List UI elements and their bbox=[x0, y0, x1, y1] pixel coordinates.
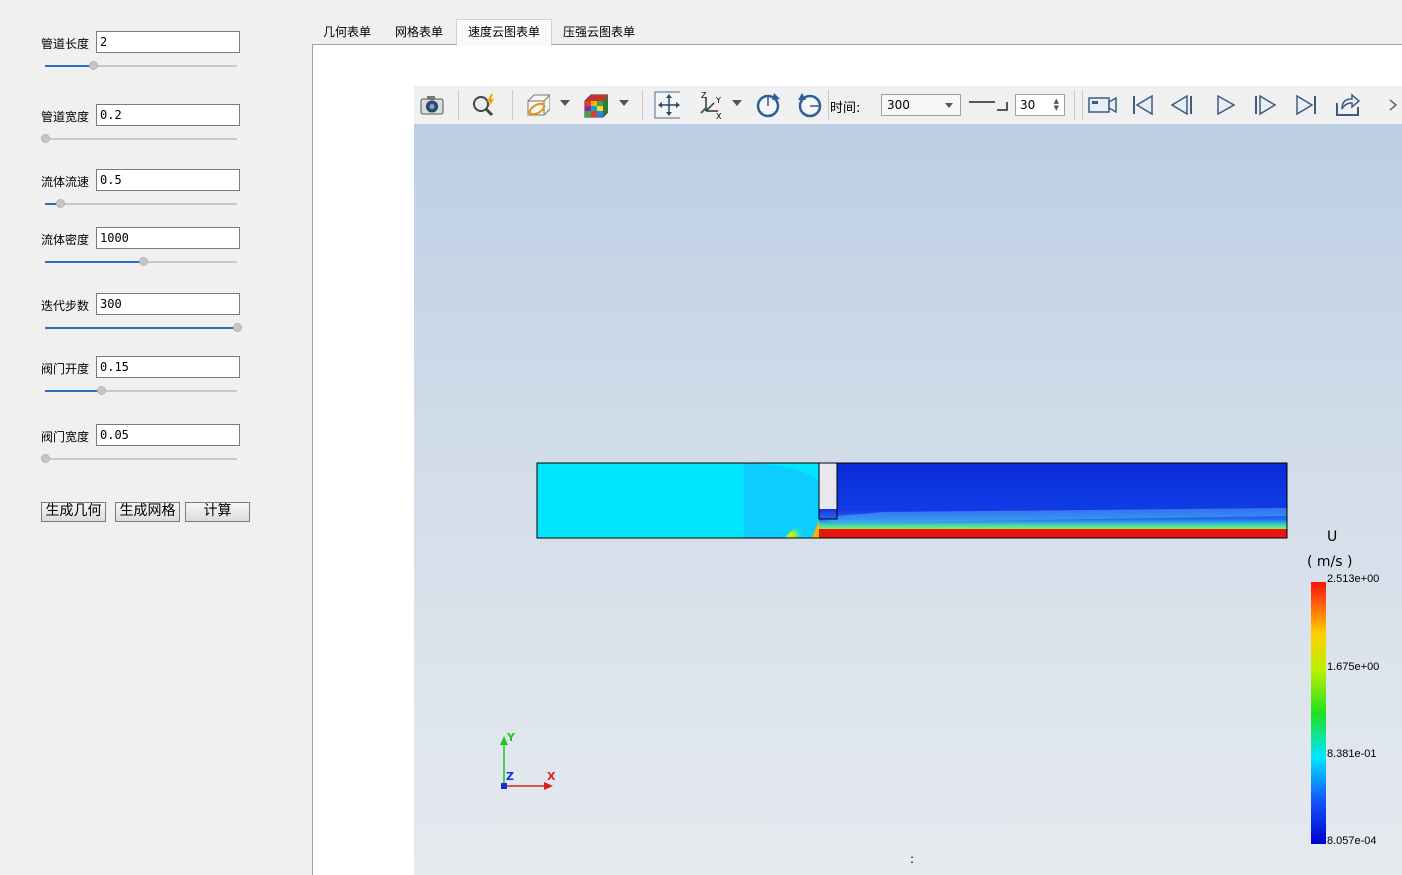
colorbar-tick-3: 8.381e-01 bbox=[1327, 748, 1377, 760]
pipe-length-slider[interactable] bbox=[45, 60, 237, 72]
valve-width-slider[interactable] bbox=[41, 453, 237, 465]
rotate-cw-icon[interactable] bbox=[754, 93, 780, 118]
fluid-density-input[interactable]: 1000 bbox=[96, 227, 240, 249]
iterations-slider[interactable] bbox=[45, 322, 242, 334]
colorbar-unit: ( m/s ) bbox=[1307, 554, 1352, 570]
next-frame-icon[interactable] bbox=[1252, 94, 1278, 116]
first-frame-icon[interactable] bbox=[1130, 94, 1156, 116]
compute-button[interactable]: 计算 bbox=[185, 502, 250, 522]
colorbar-tick-min: 8.057e-04 bbox=[1327, 835, 1377, 847]
axis-x-label: X bbox=[547, 770, 556, 783]
valve-opening-input[interactable]: 0.15 bbox=[96, 356, 240, 378]
tab-geometry[interactable]: 几何表单 bbox=[316, 20, 378, 44]
time-select[interactable]: 300 bbox=[881, 94, 961, 116]
render-viewport[interactable]: U ( m/s ) 2.513e+00 1.675e+00 8.381e-01 … bbox=[414, 124, 1402, 875]
near-wall-high-speed bbox=[819, 529, 1287, 538]
flow-speed-input[interactable]: 0.5 bbox=[96, 169, 240, 191]
generate-geometry-button[interactable]: 生成几何 bbox=[41, 502, 106, 522]
generate-mesh-button[interactable]: 生成网格 bbox=[115, 502, 180, 522]
viewer-toolbar: ZYX 时间: 300 30 ▲ ▼ bbox=[414, 86, 1402, 125]
chevron-down-icon bbox=[945, 103, 953, 108]
flow-speed-slider[interactable] bbox=[45, 198, 237, 210]
camera-icon[interactable] bbox=[419, 94, 445, 116]
param-label-valve-width: 阀门宽度 bbox=[41, 430, 90, 444]
param-label-valve-opening: 阀门开度 bbox=[41, 362, 90, 376]
step-value: 30 bbox=[1020, 98, 1036, 112]
svg-text:X: X bbox=[716, 112, 722, 119]
axes-orient-icon[interactable]: ZYX bbox=[698, 91, 724, 119]
step-icon bbox=[969, 100, 1009, 111]
pipe-length-input[interactable]: 2 bbox=[96, 31, 240, 53]
colorbar-title: U bbox=[1327, 529, 1337, 545]
colorbar-tick-2: 1.675e+00 bbox=[1327, 661, 1379, 673]
valve-opening-slider[interactable] bbox=[45, 385, 237, 397]
pipe-width-slider[interactable] bbox=[41, 133, 237, 145]
prev-frame-icon[interactable] bbox=[1170, 94, 1196, 116]
pipe-width-input[interactable]: 0.2 bbox=[96, 104, 240, 126]
param-label-iterations: 迭代步数 bbox=[41, 299, 90, 313]
param-label-pipe-width: 管道宽度 bbox=[41, 110, 90, 124]
param-label-flow-speed: 流体流速 bbox=[41, 175, 90, 189]
time-select-value: 300 bbox=[887, 98, 910, 112]
toolbar-overflow-icon[interactable] bbox=[1384, 94, 1400, 116]
colorbar-tick-max: 2.513e+00 bbox=[1327, 573, 1379, 585]
status-mark: : bbox=[910, 852, 915, 866]
param-label-fluid-density: 流体密度 bbox=[41, 233, 90, 247]
reset-view-icon[interactable] bbox=[654, 91, 680, 119]
tab-velocity-contour[interactable]: 速度云图表单 bbox=[456, 19, 552, 46]
rotate-ccw-icon[interactable] bbox=[796, 93, 822, 118]
record-icon[interactable] bbox=[1086, 94, 1120, 116]
export-icon[interactable] bbox=[1334, 93, 1360, 116]
play-icon[interactable] bbox=[1212, 94, 1238, 116]
spin-arrows-icon[interactable]: ▲ ▼ bbox=[1054, 98, 1059, 112]
axis-z-label: Z bbox=[506, 770, 514, 783]
svg-text:Y: Y bbox=[715, 96, 721, 105]
axis-y-label: Y bbox=[506, 731, 516, 744]
colorbar bbox=[1311, 582, 1326, 844]
step-spinbox[interactable]: 30 ▲ ▼ bbox=[1015, 94, 1065, 116]
clip-icon[interactable] bbox=[524, 94, 550, 116]
param-label-pipe-length: 管道长度 bbox=[41, 37, 90, 51]
svg-text:Z: Z bbox=[701, 91, 707, 100]
time-label: 时间: bbox=[830, 101, 861, 116]
velocity-contour-plot: U ( m/s ) 2.513e+00 1.675e+00 8.381e-01 … bbox=[500, 462, 1379, 847]
zoom-icon[interactable] bbox=[470, 94, 496, 117]
color-cube-icon[interactable] bbox=[582, 94, 608, 118]
fluid-density-slider[interactable] bbox=[45, 256, 237, 268]
tab-pressure-contour[interactable]: 压强云图表单 bbox=[557, 20, 641, 44]
last-frame-icon[interactable] bbox=[1293, 94, 1319, 116]
valve-width-input[interactable]: 0.05 bbox=[96, 424, 240, 446]
iterations-input[interactable]: 300 bbox=[96, 293, 240, 315]
tab-mesh[interactable]: 网格表单 bbox=[388, 20, 450, 44]
orientation-axes: Y Z X bbox=[500, 731, 556, 790]
